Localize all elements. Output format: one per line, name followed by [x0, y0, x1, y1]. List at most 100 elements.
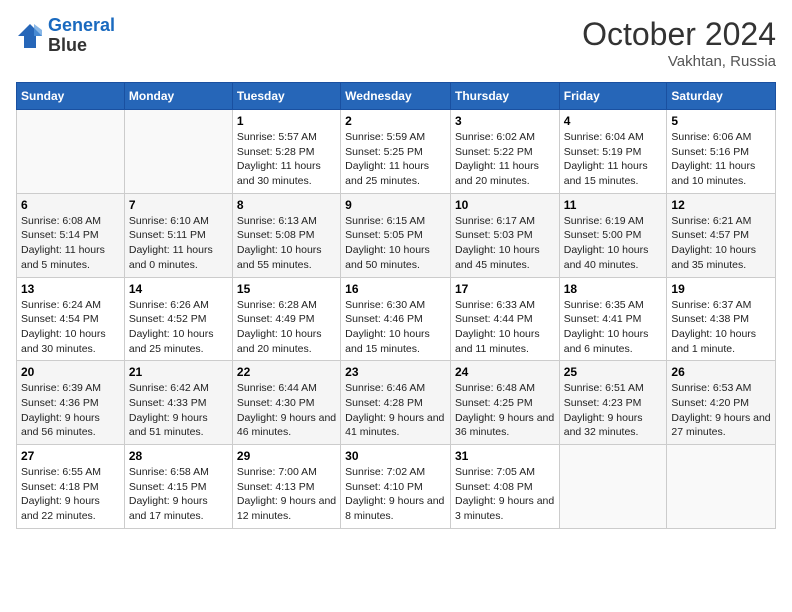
day-info: Sunrise: 6:51 AMSunset: 4:23 PMDaylight:… [564, 381, 663, 440]
day-info: Sunrise: 5:57 AMSunset: 5:28 PMDaylight:… [237, 130, 336, 189]
calendar-cell [17, 110, 125, 194]
day-info: Sunrise: 6:17 AMSunset: 5:03 PMDaylight:… [455, 214, 555, 273]
calendar-cell: 20 Sunrise: 6:39 AMSunset: 4:36 PMDayligh… [17, 361, 125, 445]
weekday-header-thursday: Thursday [450, 83, 559, 110]
day-number: 29 [237, 449, 336, 463]
calendar-cell: 14 Sunrise: 6:26 AMSunset: 4:52 PMDayligh… [124, 277, 232, 361]
calendar-cell: 11 Sunrise: 6:19 AMSunset: 5:00 PMDayligh… [559, 193, 667, 277]
day-info: Sunrise: 6:33 AMSunset: 4:44 PMDaylight:… [455, 298, 555, 357]
day-number: 8 [237, 198, 336, 212]
day-info: Sunrise: 6:15 AMSunset: 5:05 PMDaylight:… [345, 214, 446, 273]
day-number: 17 [455, 282, 555, 296]
day-number: 25 [564, 365, 663, 379]
calendar-cell: 28 Sunrise: 6:58 AMSunset: 4:15 PMDayligh… [124, 445, 232, 529]
day-info: Sunrise: 6:58 AMSunset: 4:15 PMDaylight:… [129, 465, 228, 524]
calendar-cell: 1Sunrise: 5:57 AMSunset: 5:28 PMDaylight… [232, 110, 340, 194]
weekday-header-tuesday: Tuesday [232, 83, 340, 110]
calendar-cell: 16 Sunrise: 6:30 AMSunset: 4:46 PMDayligh… [341, 277, 451, 361]
weekday-header-friday: Friday [559, 83, 667, 110]
day-number: 28 [129, 449, 228, 463]
day-number: 11 [564, 198, 663, 212]
calendar-cell: 27Sunrise: 6:55 AMSunset: 4:18 PMDayligh… [17, 445, 125, 529]
calendar-cell: 21 Sunrise: 6:42 AMSunset: 4:33 PMDayligh… [124, 361, 232, 445]
day-number: 16 [345, 282, 446, 296]
calendar-table: SundayMondayTuesdayWednesdayThursdayFrid… [16, 82, 776, 529]
day-info: Sunrise: 6:28 AMSunset: 4:49 PMDaylight:… [237, 298, 336, 357]
day-info: Sunrise: 6:53 AMSunset: 4:20 PMDaylight:… [671, 381, 771, 440]
day-info: Sunrise: 6:48 AMSunset: 4:25 PMDaylight:… [455, 381, 555, 440]
day-number: 21 [129, 365, 228, 379]
page-header: GeneralBlue October 2024 Vakhtan, Russia [16, 16, 776, 70]
day-number: 5 [671, 114, 771, 128]
day-number: 22 [237, 365, 336, 379]
day-number: 7 [129, 198, 228, 212]
calendar-cell: 4 Sunrise: 6:04 AMSunset: 5:19 PMDaylight… [559, 110, 667, 194]
day-info: Sunrise: 6:44 AMSunset: 4:30 PMDaylight:… [237, 381, 336, 440]
calendar-cell: 29 Sunrise: 7:00 AMSunset: 4:13 PMDayligh… [232, 445, 340, 529]
day-info: Sunrise: 7:02 AMSunset: 4:10 PMDaylight:… [345, 465, 446, 524]
day-number: 18 [564, 282, 663, 296]
calendar-cell: 30 Sunrise: 7:02 AMSunset: 4:10 PMDayligh… [341, 445, 451, 529]
weekday-header-monday: Monday [124, 83, 232, 110]
day-number: 31 [455, 449, 555, 463]
calendar-cell: 26 Sunrise: 6:53 AMSunset: 4:20 PMDayligh… [667, 361, 776, 445]
day-number: 30 [345, 449, 446, 463]
day-info: Sunrise: 7:00 AMSunset: 4:13 PMDaylight:… [237, 465, 336, 524]
day-info: Sunrise: 6:55 AMSunset: 4:18 PMDaylight:… [21, 465, 120, 524]
day-info: Sunrise: 6:10 AMSunset: 5:11 PMDaylight:… [129, 214, 228, 273]
calendar-cell: 2 Sunrise: 5:59 AMSunset: 5:25 PMDaylight… [341, 110, 451, 194]
day-number: 14 [129, 282, 228, 296]
logo-text: GeneralBlue [48, 16, 115, 56]
header-row: SundayMondayTuesdayWednesdayThursdayFrid… [17, 83, 776, 110]
calendar-cell: 12 Sunrise: 6:21 AMSunset: 4:57 PMDayligh… [667, 193, 776, 277]
day-info: Sunrise: 6:39 AMSunset: 4:36 PMDaylight:… [21, 381, 120, 440]
calendar-cell: 8Sunrise: 6:13 AMSunset: 5:08 PMDaylight… [232, 193, 340, 277]
day-info: Sunrise: 6:06 AMSunset: 5:16 PMDaylight:… [671, 130, 771, 189]
day-info: Sunrise: 6:46 AMSunset: 4:28 PMDaylight:… [345, 381, 446, 440]
day-number: 23 [345, 365, 446, 379]
calendar-cell: 9 Sunrise: 6:15 AMSunset: 5:05 PMDaylight… [341, 193, 451, 277]
day-number: 26 [671, 365, 771, 379]
day-number: 20 [21, 365, 120, 379]
calendar-week-5: 27Sunrise: 6:55 AMSunset: 4:18 PMDayligh… [17, 445, 776, 529]
day-info: Sunrise: 6:26 AMSunset: 4:52 PMDaylight:… [129, 298, 228, 357]
calendar-cell: 18Sunrise: 6:35 AMSunset: 4:41 PMDayligh… [559, 277, 667, 361]
calendar-cell: 10Sunrise: 6:17 AMSunset: 5:03 PMDayligh… [450, 193, 559, 277]
day-info: Sunrise: 7:05 AMSunset: 4:08 PMDaylight:… [455, 465, 555, 524]
calendar-cell: 31 Sunrise: 7:05 AMSunset: 4:08 PMDayligh… [450, 445, 559, 529]
day-number: 4 [564, 114, 663, 128]
day-number: 2 [345, 114, 446, 128]
calendar-cell: 22 Sunrise: 6:44 AMSunset: 4:30 PMDayligh… [232, 361, 340, 445]
day-info: Sunrise: 5:59 AMSunset: 5:25 PMDaylight:… [345, 130, 446, 189]
calendar-cell: 13Sunrise: 6:24 AMSunset: 4:54 PMDayligh… [17, 277, 125, 361]
calendar-week-2: 6Sunrise: 6:08 AMSunset: 5:14 PMDaylight… [17, 193, 776, 277]
calendar-cell: 24 Sunrise: 6:48 AMSunset: 4:25 PMDayligh… [450, 361, 559, 445]
day-info: Sunrise: 6:37 AMSunset: 4:38 PMDaylight:… [671, 298, 771, 357]
day-info: Sunrise: 6:42 AMSunset: 4:33 PMDaylight:… [129, 381, 228, 440]
day-info: Sunrise: 6:04 AMSunset: 5:19 PMDaylight:… [564, 130, 663, 189]
day-number: 15 [237, 282, 336, 296]
day-info: Sunrise: 6:30 AMSunset: 4:46 PMDaylight:… [345, 298, 446, 357]
day-number: 13 [21, 282, 120, 296]
calendar-cell: 17 Sunrise: 6:33 AMSunset: 4:44 PMDayligh… [450, 277, 559, 361]
day-info: Sunrise: 6:02 AMSunset: 5:22 PMDaylight:… [455, 130, 555, 189]
calendar-cell: 6Sunrise: 6:08 AMSunset: 5:14 PMDaylight… [17, 193, 125, 277]
logo-icon [16, 22, 44, 50]
day-info: Sunrise: 6:19 AMSunset: 5:00 PMDaylight:… [564, 214, 663, 273]
day-number: 12 [671, 198, 771, 212]
logo: GeneralBlue [16, 16, 115, 56]
calendar-cell: 5 Sunrise: 6:06 AMSunset: 5:16 PMDaylight… [667, 110, 776, 194]
day-number: 24 [455, 365, 555, 379]
calendar-cell: 19 Sunrise: 6:37 AMSunset: 4:38 PMDayligh… [667, 277, 776, 361]
calendar-cell: 25 Sunrise: 6:51 AMSunset: 4:23 PMDayligh… [559, 361, 667, 445]
title-block: October 2024 Vakhtan, Russia [582, 16, 776, 70]
weekday-header-sunday: Sunday [17, 83, 125, 110]
calendar-cell: 7 Sunrise: 6:10 AMSunset: 5:11 PMDaylight… [124, 193, 232, 277]
day-number: 3 [455, 114, 555, 128]
month-title: October 2024 [582, 16, 776, 53]
day-number: 9 [345, 198, 446, 212]
day-info: Sunrise: 6:21 AMSunset: 4:57 PMDaylight:… [671, 214, 771, 273]
day-number: 19 [671, 282, 771, 296]
weekday-header-wednesday: Wednesday [341, 83, 451, 110]
calendar-week-4: 20 Sunrise: 6:39 AMSunset: 4:36 PMDayligh… [17, 361, 776, 445]
